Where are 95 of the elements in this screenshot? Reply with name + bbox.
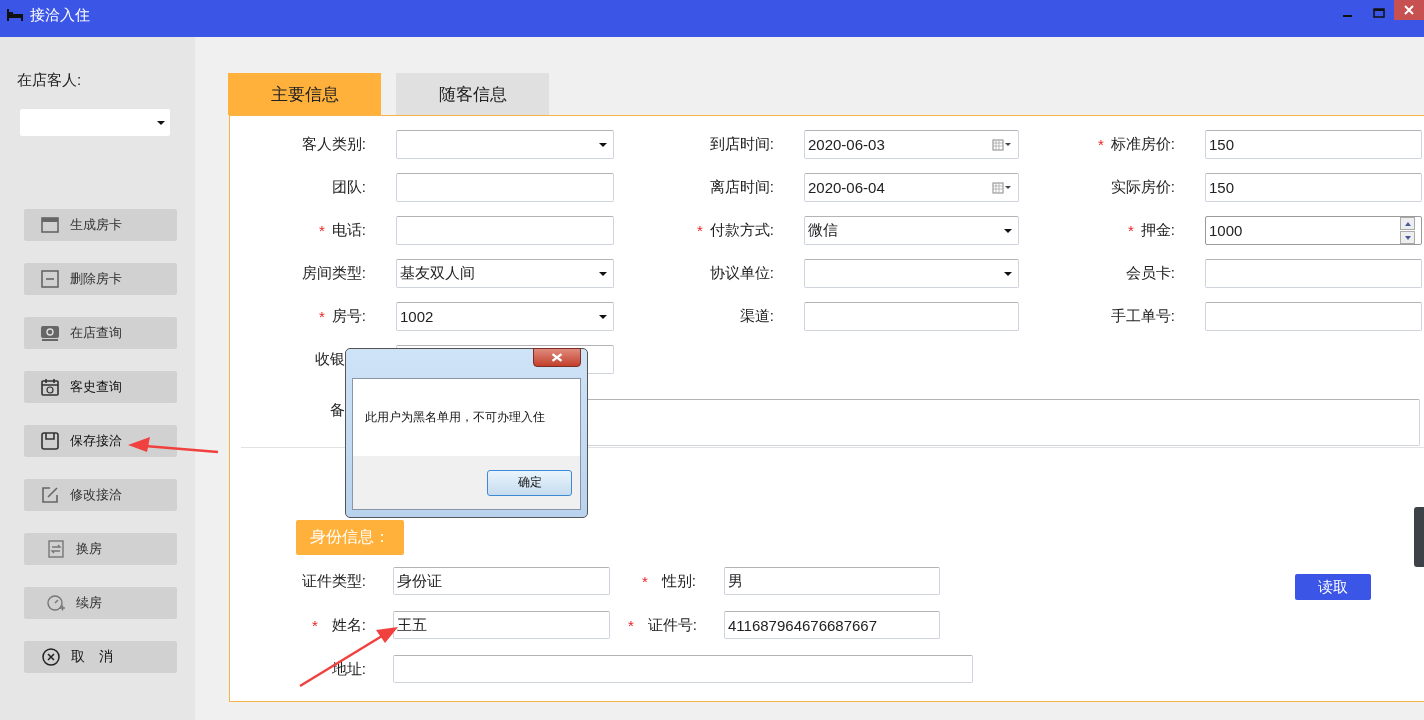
field-label: 协议单位: <box>709 264 774 283</box>
required-asterisk: * <box>319 308 325 325</box>
close-icon <box>1404 5 1414 15</box>
minus-icon <box>40 269 60 289</box>
required-asterisk: * <box>642 572 648 590</box>
field-label: 证件号: <box>647 615 697 635</box>
save-icon <box>40 431 60 451</box>
maximize-icon[interactable] <box>1373 7 1385 19</box>
required-asterisk: * <box>1098 136 1104 153</box>
sidebar-button[interactable]: 生成房卡 <box>24 209 177 241</box>
dropdown[interactable] <box>396 130 614 159</box>
calendar-icon <box>40 377 60 397</box>
input-field[interactable]: 身份证 <box>393 567 610 595</box>
spin-up-button[interactable] <box>1400 217 1415 230</box>
caret-icon <box>157 120 165 125</box>
required-asterisk: * <box>1128 222 1134 239</box>
close-button[interactable] <box>533 348 581 367</box>
edit-icon <box>40 485 60 505</box>
field-label: 收银 <box>315 350 345 369</box>
dropdown[interactable]: 基友双人间 <box>396 259 614 288</box>
clock-icon <box>46 593 66 613</box>
required-asterisk: * <box>312 616 318 634</box>
input-field[interactable]: 150 <box>1205 130 1422 159</box>
field-label: 房间类型: <box>301 264 366 283</box>
field-label: 备 <box>330 401 345 420</box>
up-arrow-icon <box>1403 220 1412 227</box>
required-asterisk: * <box>319 222 325 239</box>
field-label: 标准房价: <box>1110 135 1175 154</box>
dropdown[interactable] <box>804 259 1019 288</box>
input-field[interactable] <box>396 216 614 245</box>
read-button[interactable]: 读取 <box>1295 574 1371 600</box>
sidebar-button[interactable]: 保存接洽 <box>24 425 177 457</box>
field-label: 证件类型: <box>301 571 366 591</box>
dropdown[interactable]: 微信 <box>804 216 1019 245</box>
input-field[interactable] <box>393 655 973 683</box>
input-field[interactable]: 150 <box>1205 173 1422 202</box>
caret-icon <box>599 271 607 276</box>
close-button[interactable] <box>1394 0 1424 20</box>
field-label: 电话: <box>331 221 366 240</box>
calendar-icon <box>992 137 1012 152</box>
sidebar-button[interactable]: 续房 <box>24 587 177 619</box>
field-label: 房号: <box>331 307 366 326</box>
scrollbar-thumb[interactable] <box>1414 507 1424 567</box>
spin-down-button[interactable] <box>1400 231 1415 244</box>
sidebar-button[interactable]: 客史查询 <box>24 371 177 403</box>
cancel-icon <box>41 647 61 667</box>
input-field[interactable] <box>396 173 614 202</box>
field-label: 性别: <box>661 571 696 591</box>
input-field[interactable] <box>1205 302 1422 331</box>
sidebar-button[interactable]: 换房 <box>24 533 177 565</box>
sidebar-button[interactable]: 在店查询 <box>24 317 177 349</box>
tab[interactable]: 随客信息 <box>396 73 549 115</box>
down-arrow-icon <box>1403 234 1412 241</box>
section-header: 身份信息： <box>296 520 404 555</box>
field-label: 手工单号: <box>1110 307 1175 326</box>
input-field[interactable]: 男 <box>724 567 940 595</box>
dialog-message: 此用户为黑名单用，不可办理入住 <box>365 409 545 426</box>
input-field[interactable]: 411687964676687667 <box>724 611 940 639</box>
number-field[interactable]: 1000 <box>1205 216 1422 245</box>
window-title: 接洽入住 <box>30 6 90 25</box>
close-icon <box>551 353 563 362</box>
field-label: 付款方式: <box>709 221 774 240</box>
caret-icon <box>1004 228 1012 233</box>
sidebar-button[interactable]: 修改接洽 <box>24 479 177 511</box>
field-label: 姓名: <box>331 615 366 635</box>
date-field[interactable]: 2020-06-04 <box>804 173 1019 202</box>
dropdown[interactable]: 1002 <box>396 302 614 331</box>
tab[interactable]: 主要信息 <box>228 73 381 115</box>
input-field[interactable] <box>804 302 1019 331</box>
field-label: 客人类别: <box>301 135 366 154</box>
card-icon <box>40 215 60 235</box>
banknote-icon <box>40 323 60 343</box>
ok-button[interactable]: 确定 <box>487 469 572 496</box>
field-label: 在店客人: <box>17 71 82 90</box>
field-label: 到店时间: <box>709 135 774 154</box>
swap-icon <box>46 539 66 559</box>
date-field[interactable]: 2020-06-03 <box>804 130 1019 159</box>
caret-icon <box>599 142 607 147</box>
required-asterisk: * <box>697 222 703 239</box>
calendar-icon <box>992 180 1012 195</box>
required-asterisk: * <box>628 616 634 634</box>
input-field[interactable]: 王五 <box>393 611 610 639</box>
field-label: 押金: <box>1140 221 1175 240</box>
sidebar-button[interactable]: 删除房卡 <box>24 263 177 295</box>
field-label: 渠道: <box>739 307 774 326</box>
field-label: 离店时间: <box>709 178 774 197</box>
sidebar-button[interactable]: 取 消 <box>24 641 177 673</box>
field-label: 地址: <box>331 659 366 679</box>
field-label: 实际房价: <box>1110 178 1175 197</box>
field-label: 团队: <box>331 178 366 197</box>
bed-icon <box>6 9 24 21</box>
field-label: 会员卡: <box>1125 264 1175 283</box>
input-field[interactable] <box>1205 259 1422 288</box>
caret-icon <box>1004 271 1012 276</box>
caret-icon <box>599 314 607 319</box>
